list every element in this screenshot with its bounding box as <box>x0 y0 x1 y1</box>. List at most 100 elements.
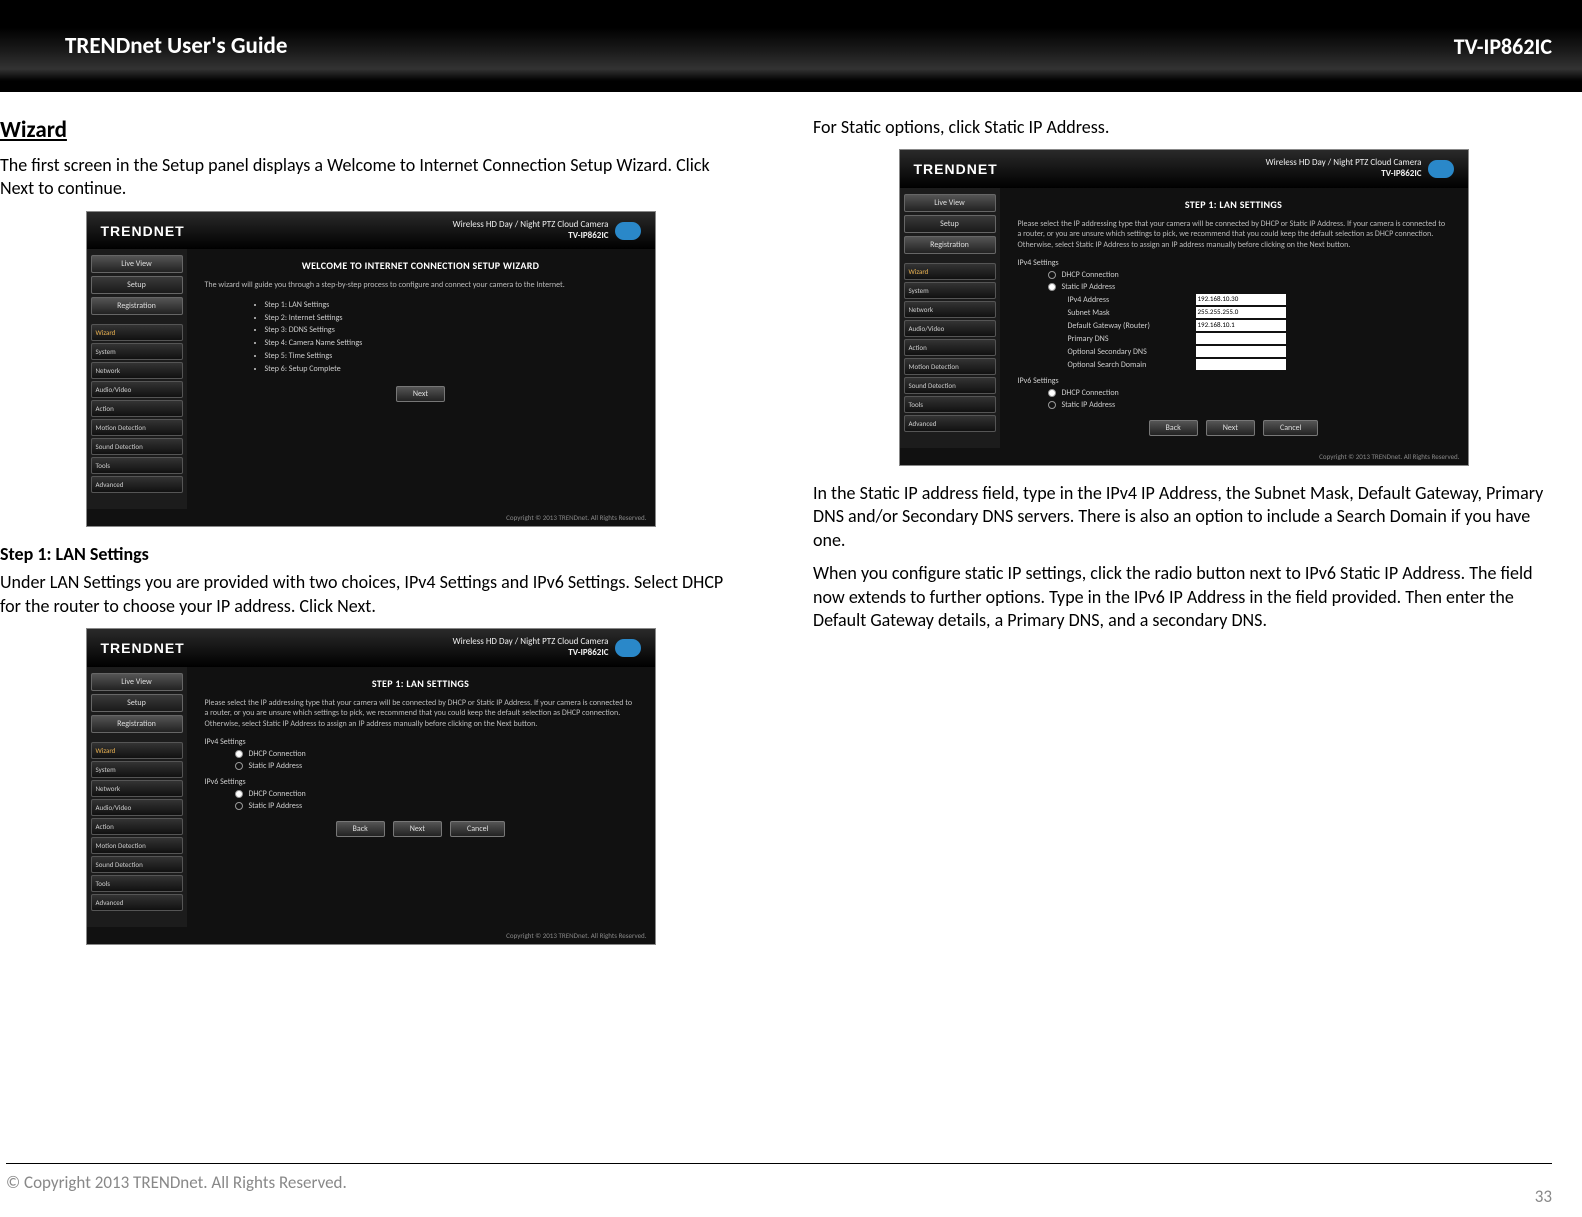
sidebar-wizard[interactable]: Wizard <box>91 742 183 759</box>
sidebar-action[interactable]: Action <box>91 400 183 417</box>
sidebar-advanced[interactable]: Advanced <box>91 476 183 493</box>
sidebar-liveview[interactable]: Live View <box>91 673 183 691</box>
sidebar-liveview[interactable]: Live View <box>904 194 996 212</box>
gateway-input[interactable]: 192.168.10.1 <box>1196 320 1286 331</box>
sidebar-registration[interactable]: Registration <box>904 236 996 254</box>
ss2-ipv6-static-label: Static IP Address <box>249 801 303 811</box>
ss-product: Wireless HD Day / Night PTZ Cloud Camera… <box>453 220 609 242</box>
sidebar-audiovideo[interactable]: Audio/Video <box>904 320 996 337</box>
header-title: TRENDnet User's Guide <box>65 32 287 60</box>
sidebar-motion[interactable]: Motion Detection <box>91 419 183 436</box>
header-model: TV-IP862IC <box>1454 33 1552 60</box>
radio-icon <box>235 802 243 810</box>
ss-logo-a: TREND <box>914 161 967 177</box>
cloud-icon <box>1428 160 1454 178</box>
ss3-back-button[interactable]: Back <box>1149 420 1198 436</box>
ss2-back-button[interactable]: Back <box>336 821 385 837</box>
sidebar-registration[interactable]: Registration <box>91 297 183 315</box>
ss3-footer: Copyright © 2013 TRENDnet. All Rights Re… <box>900 448 1468 465</box>
primary-dns-input[interactable] <box>1196 333 1286 344</box>
subnet-mask-input[interactable]: 255.255.255.0 <box>1196 307 1286 318</box>
sidebar-system[interactable]: System <box>91 761 183 778</box>
ss-product-line2: TV-IP862IC <box>453 231 609 242</box>
secondary-dns-input[interactable] <box>1196 346 1286 357</box>
ss2-main: STEP 1: LAN SETTINGS Please select the I… <box>187 667 655 927</box>
ss-product-line2: TV-IP862IC <box>1266 169 1422 180</box>
ss3-ipv4-static-row[interactable]: Static IP Address <box>1048 282 1450 292</box>
sidebar-system[interactable]: System <box>91 343 183 360</box>
ss1-footer: Copyright © 2013 TRENDnet. All Rights Re… <box>87 509 655 526</box>
ss3-body: Live View Setup Registration Wizard Syst… <box>900 188 1468 448</box>
sidebar-network[interactable]: Network <box>91 780 183 797</box>
ss1-main: WELCOME TO INTERNET CONNECTION SETUP WIZ… <box>187 249 655 509</box>
ipv4-address-input[interactable]: 192.168.10.30 <box>1196 294 1286 305</box>
sidebar-audiovideo[interactable]: Audio/Video <box>91 799 183 816</box>
sidebar-network[interactable]: Network <box>91 362 183 379</box>
ss2-ipv4-static-row[interactable]: Static IP Address <box>235 761 637 771</box>
sidebar-sound[interactable]: Sound Detection <box>904 377 996 394</box>
sidebar-action[interactable]: Action <box>91 818 183 835</box>
ss3-ipv4-static-label: Static IP Address <box>1062 282 1116 292</box>
radio-icon <box>1048 283 1056 291</box>
sidebar-registration[interactable]: Registration <box>91 715 183 733</box>
page-footer: © Copyright 2013 TRENDnet. All Rights Re… <box>0 1153 1582 1217</box>
ss3-gateway-label: Default Gateway (Router) <box>1068 321 1188 331</box>
sidebar-advanced[interactable]: Advanced <box>91 894 183 911</box>
static-p2: When you configure static IP settings, c… <box>813 562 1554 632</box>
sidebar-sound[interactable]: Sound Detection <box>91 856 183 873</box>
search-domain-input[interactable] <box>1196 359 1286 370</box>
sidebar-network[interactable]: Network <box>904 301 996 318</box>
wizard-heading: Wizard <box>0 116 741 144</box>
ss3-pdns-row: Primary DNS <box>1068 333 1450 344</box>
cloud-icon <box>615 639 641 657</box>
ss1-step-6: Step 6: Setup Complete <box>265 363 637 376</box>
ss2-footer: Copyright © 2013 TRENDnet. All Rights Re… <box>87 927 655 944</box>
ss3-sdns-row: Optional Secondary DNS <box>1068 346 1450 357</box>
ss1-step-3: Step 3: DDNS Settings <box>265 324 637 337</box>
ss3-pdns-label: Primary DNS <box>1068 334 1188 344</box>
sidebar-motion[interactable]: Motion Detection <box>904 358 996 375</box>
radio-icon <box>1048 271 1056 279</box>
sidebar-tools[interactable]: Tools <box>904 396 996 413</box>
sidebar-motion[interactable]: Motion Detection <box>91 837 183 854</box>
ss2-cancel-button[interactable]: Cancel <box>450 821 506 837</box>
left-column: Wizard The first screen in the Setup pan… <box>0 116 769 961</box>
sidebar-setup[interactable]: Setup <box>91 694 183 712</box>
ss3-cancel-button[interactable]: Cancel <box>1263 420 1319 436</box>
sidebar-wizard[interactable]: Wizard <box>91 324 183 341</box>
sidebar-wizard[interactable]: Wizard <box>904 263 996 280</box>
ss2-ipv4-dhcp-row[interactable]: DHCP Connection <box>235 749 637 759</box>
ss1-button-row: Next <box>205 386 637 402</box>
sidebar-setup[interactable]: Setup <box>904 215 996 233</box>
ss3-ipv4addr-label: IPv4 Address <box>1068 295 1188 305</box>
sidebar-advanced[interactable]: Advanced <box>904 415 996 432</box>
ss2-ipv6-dhcp-row[interactable]: DHCP Connection <box>235 789 637 799</box>
sidebar-audiovideo[interactable]: Audio/Video <box>91 381 183 398</box>
ss3-sdom-row: Optional Search Domain <box>1068 359 1450 370</box>
sidebar-tools[interactable]: Tools <box>91 457 183 474</box>
ss2-ipv6-static-row[interactable]: Static IP Address <box>235 801 637 811</box>
ss1-topbar: TRENDNET Wireless HD Day / Night PTZ Clo… <box>87 212 655 250</box>
sidebar-setup[interactable]: Setup <box>91 276 183 294</box>
ss3-ipv6-static-row[interactable]: Static IP Address <box>1048 400 1450 410</box>
ss-logo-a: TREND <box>101 223 154 239</box>
ss3-ipv4-dhcp-row[interactable]: DHCP Connection <box>1048 270 1450 280</box>
ss3-next-button[interactable]: Next <box>1206 420 1255 436</box>
ss1-step-5: Step 5: Time Settings <box>265 350 637 363</box>
ss1-sidebar: Live View Setup Registration Wizard Syst… <box>87 249 187 509</box>
screenshot-3-wrap: TRENDNET Wireless HD Day / Night PTZ Clo… <box>813 149 1554 466</box>
ss2-ipv6-dhcp-label: DHCP Connection <box>249 789 306 799</box>
ss2-desc: Please select the IP addressing type tha… <box>205 698 637 729</box>
ss1-next-button[interactable]: Next <box>396 386 445 402</box>
ss3-sdom-label: Optional Search Domain <box>1068 360 1188 370</box>
ss3-topbar: TRENDNET Wireless HD Day / Night PTZ Clo… <box>900 150 1468 188</box>
ss2-next-button[interactable]: Next <box>393 821 442 837</box>
ss1-desc: The wizard will guide you through a step… <box>205 280 637 290</box>
sidebar-sound[interactable]: Sound Detection <box>91 438 183 455</box>
ss3-ipv6-dhcp-row[interactable]: DHCP Connection <box>1048 388 1450 398</box>
sidebar-system[interactable]: System <box>904 282 996 299</box>
sidebar-action[interactable]: Action <box>904 339 996 356</box>
ss3-main: STEP 1: LAN SETTINGS Please select the I… <box>1000 188 1468 448</box>
sidebar-tools[interactable]: Tools <box>91 875 183 892</box>
sidebar-liveview[interactable]: Live View <box>91 255 183 273</box>
